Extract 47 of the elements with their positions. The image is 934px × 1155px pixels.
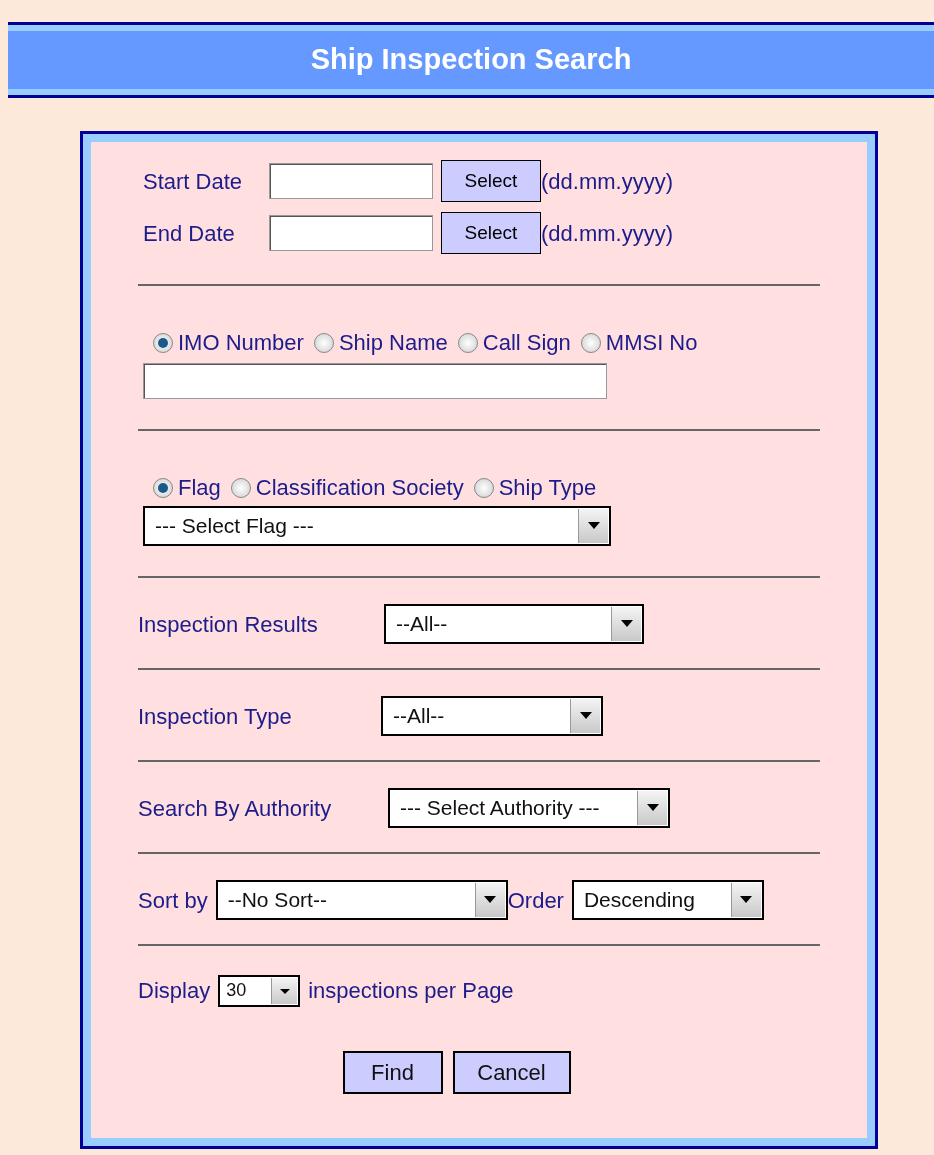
date-field[interactable] xyxy=(269,163,433,199)
radio-button[interactable] xyxy=(153,332,173,353)
field-label: Order xyxy=(507,886,564,915)
format-hint: (dd.mm.yyyy) xyxy=(541,219,673,248)
radio-label: IMO Number xyxy=(178,329,304,357)
field-label: Search By Authority xyxy=(138,794,333,823)
select-button[interactable]: Select xyxy=(441,212,541,254)
radio-label: Ship Name xyxy=(338,329,448,357)
radio-button[interactable] xyxy=(313,332,334,353)
radio-button[interactable] xyxy=(457,332,478,353)
date-field[interactable] xyxy=(269,215,433,251)
dropdown[interactable]: --- Select Authority --- xyxy=(388,788,670,828)
caret-icon xyxy=(570,699,600,733)
cancel-button[interactable]: Cancel xyxy=(452,1051,571,1094)
radio-label: Classification Society xyxy=(255,474,464,502)
field-label: inspections per Page xyxy=(308,977,514,1005)
field-label: Inspection Type xyxy=(138,702,293,731)
caret-icon xyxy=(474,883,505,917)
field-label: Sort by xyxy=(138,886,208,915)
caret-icon xyxy=(271,977,298,1004)
find-button[interactable]: Find xyxy=(342,1051,443,1094)
radio-button[interactable] xyxy=(230,477,251,498)
caret-icon xyxy=(637,791,667,825)
page-size-dropdown[interactable]: 30 xyxy=(218,974,301,1007)
format-hint: (dd.mm.yyyy) xyxy=(541,167,673,196)
radio-label: Flag xyxy=(178,474,221,502)
page-title: Ship Inspection Search xyxy=(310,42,632,78)
radio-button[interactable] xyxy=(580,332,601,353)
order-dropdown[interactable]: Descending xyxy=(571,880,764,920)
radio-label: Ship Type xyxy=(498,474,597,502)
field-label: Display xyxy=(138,977,211,1005)
radio-label: Call Sign xyxy=(482,329,571,357)
field-label: End Date xyxy=(143,219,236,248)
dropdown[interactable]: --All-- xyxy=(381,696,603,736)
field-label: Inspection Results xyxy=(138,610,319,639)
radio-button[interactable] xyxy=(473,477,494,498)
select-button[interactable]: Select xyxy=(441,160,541,202)
caret-icon xyxy=(578,509,608,543)
field-label: Start Date xyxy=(143,167,244,196)
radio-label: MMSI No xyxy=(605,329,698,357)
dropdown[interactable]: --All-- xyxy=(384,604,644,644)
caret-icon xyxy=(730,883,761,917)
radio-button[interactable] xyxy=(153,477,173,498)
sort-dropdown[interactable]: --No Sort-- xyxy=(215,880,508,920)
flag-dropdown[interactable]: --- Select Flag --- xyxy=(143,506,611,546)
search-field[interactable] xyxy=(143,363,607,399)
caret-icon xyxy=(611,607,641,641)
